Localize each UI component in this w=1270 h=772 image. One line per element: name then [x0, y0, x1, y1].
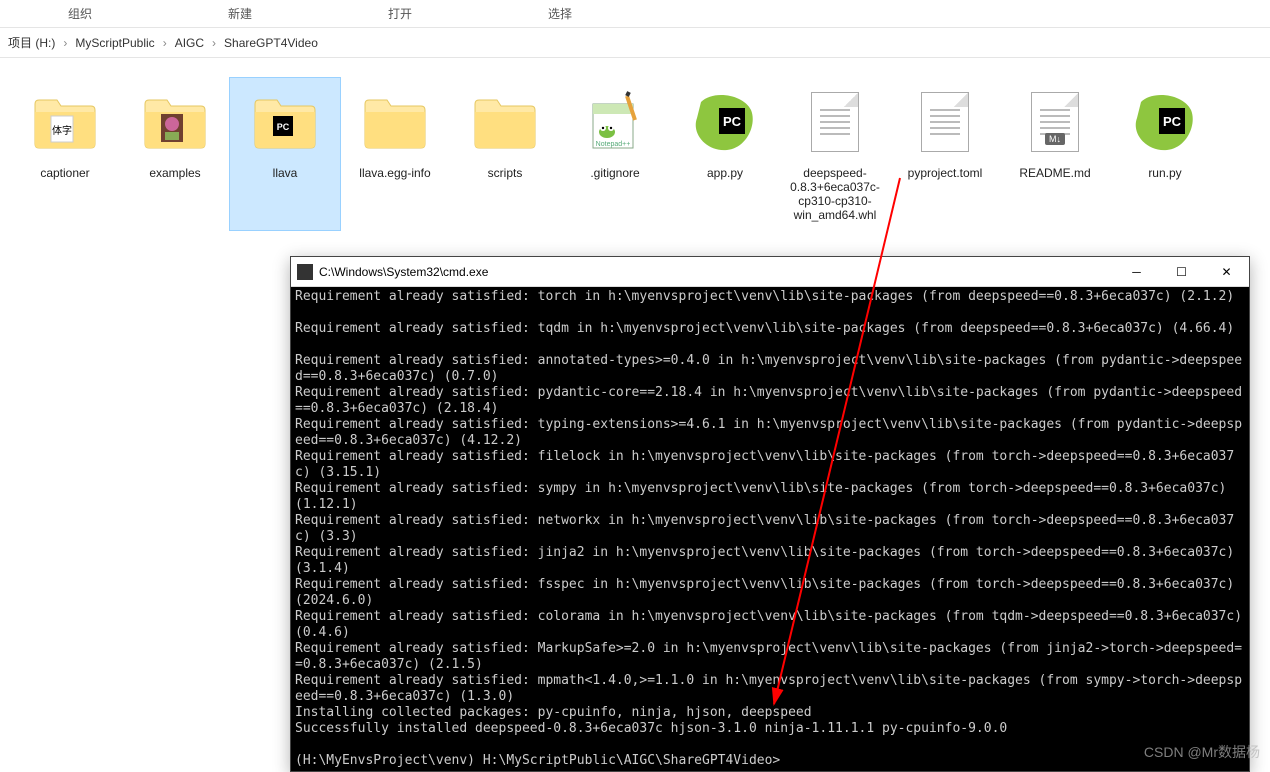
- file-label: README.md: [1004, 166, 1106, 180]
- file-label: deepspeed-0.8.3+6eca037c-cp310-cp310-win…: [784, 166, 886, 222]
- folder-icon: [469, 86, 541, 158]
- file-label: .gitignore: [564, 166, 666, 180]
- svg-text:PC: PC: [723, 114, 742, 129]
- svg-text:Notepad++: Notepad++: [596, 141, 631, 148]
- file-label: examples: [124, 166, 226, 180]
- window-controls: ─ ☐ ✕: [1114, 257, 1249, 287]
- folder-icon: [359, 86, 431, 158]
- svg-text:PC: PC: [1163, 114, 1182, 129]
- chevron-right-icon: ›: [63, 36, 67, 50]
- file-item[interactable]: Notepad++ .gitignore: [560, 78, 670, 230]
- file-item[interactable]: 体字 captioner: [10, 78, 120, 230]
- toolbar-new[interactable]: 新建: [160, 0, 320, 27]
- file-item[interactable]: PC app.py: [670, 78, 780, 230]
- svg-text:体字: 体字: [52, 124, 72, 137]
- txt-icon: [799, 86, 871, 158]
- toolbar-open[interactable]: 打开: [320, 0, 480, 27]
- files-area: 体字 captioner examples PC llava llava.egg-info…: [0, 58, 1270, 250]
- file-label: captioner: [14, 166, 116, 180]
- folder-thumb2-icon: [139, 86, 211, 158]
- chevron-right-icon: ›: [163, 36, 167, 50]
- file-item[interactable]: deepspeed-0.8.3+6eca037c-cp310-cp310-win…: [780, 78, 890, 230]
- breadcrumb-part-2[interactable]: ShareGPT4Video: [224, 36, 318, 50]
- file-label: run.py: [1114, 166, 1216, 180]
- file-item[interactable]: llava.egg-info: [340, 78, 450, 230]
- file-label: pyproject.toml: [894, 166, 996, 180]
- maximize-button[interactable]: ☐: [1159, 257, 1204, 287]
- minimize-button[interactable]: ─: [1114, 257, 1159, 287]
- folder-thumb-icon: 体字: [29, 86, 101, 158]
- cmd-title: C:\Windows\System32\cmd.exe: [319, 265, 1114, 279]
- breadcrumb[interactable]: 项目 (H:) › MyScriptPublic › AIGC › ShareG…: [0, 28, 1270, 58]
- file-item[interactable]: pyproject.toml: [890, 78, 1000, 230]
- file-label: llava: [234, 166, 336, 180]
- breadcrumb-part-0[interactable]: MyScriptPublic: [75, 36, 154, 50]
- file-item[interactable]: scripts: [450, 78, 560, 230]
- cmd-window: C:\Windows\System32\cmd.exe ─ ☐ ✕ Requir…: [290, 256, 1250, 772]
- toolbar-select[interactable]: 选择: [480, 0, 640, 27]
- file-item[interactable]: PC run.py: [1110, 78, 1220, 230]
- explorer-toolbar: 组织 新建 打开 选择: [0, 0, 1270, 28]
- cmd-icon: [297, 264, 313, 280]
- cmd-titlebar[interactable]: C:\Windows\System32\cmd.exe ─ ☐ ✕: [291, 257, 1249, 287]
- file-label: llava.egg-info: [344, 166, 446, 180]
- watermark: CSDN @Mr数据杨: [1144, 742, 1260, 762]
- file-item[interactable]: PC llava: [230, 78, 340, 230]
- close-button[interactable]: ✕: [1204, 257, 1249, 287]
- pyfile-icon: PC: [1129, 86, 1201, 158]
- pyfile-icon: PC: [689, 86, 761, 158]
- toolbar-organize[interactable]: 组织: [0, 0, 160, 27]
- svg-text:PC: PC: [277, 122, 290, 132]
- chevron-right-icon: ›: [212, 36, 216, 50]
- file-label: scripts: [454, 166, 556, 180]
- cmd-output[interactable]: Requirement already satisfied: torch in …: [291, 287, 1249, 771]
- file-item[interactable]: M↓ README.md: [1000, 78, 1110, 230]
- txt-icon: [909, 86, 981, 158]
- breadcrumb-root[interactable]: 项目 (H:): [8, 34, 55, 51]
- notepad-icon: Notepad++: [579, 86, 651, 158]
- breadcrumb-part-1[interactable]: AIGC: [175, 36, 204, 50]
- file-item[interactable]: examples: [120, 78, 230, 230]
- file-label: app.py: [674, 166, 776, 180]
- md-icon: M↓: [1019, 86, 1091, 158]
- folder-pc-icon: PC: [249, 86, 321, 158]
